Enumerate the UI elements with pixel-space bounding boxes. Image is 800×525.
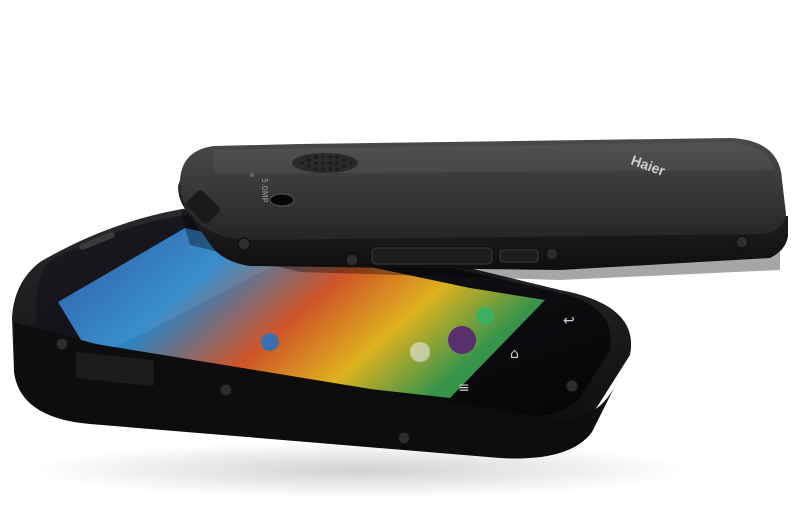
menu-icon: ≡ — [458, 380, 470, 396]
app-icon — [476, 307, 494, 325]
ground-shadow — [30, 442, 690, 498]
product-photo: ↩ ⌂ ≡ 5.0MP Haier — [0, 0, 800, 525]
screw — [237, 237, 251, 251]
app-icon — [261, 333, 279, 351]
volume-button — [371, 247, 493, 265]
back-phone: 5.0MP Haier — [178, 138, 788, 280]
screw — [397, 431, 411, 445]
screw — [545, 247, 559, 261]
speaker-grille — [292, 153, 358, 173]
app-icon — [448, 326, 476, 354]
screw — [735, 235, 749, 249]
screw — [219, 383, 233, 397]
screw — [565, 379, 579, 393]
camera-lens — [269, 193, 295, 207]
camera-label: 5.0MP — [260, 178, 269, 203]
screw — [55, 337, 69, 351]
side-button — [499, 249, 539, 263]
home-icon: ⌂ — [510, 346, 519, 362]
screw — [345, 253, 359, 267]
back-icon: ↩ — [563, 313, 575, 329]
app-icon — [410, 342, 430, 362]
flash-icon — [250, 173, 254, 177]
